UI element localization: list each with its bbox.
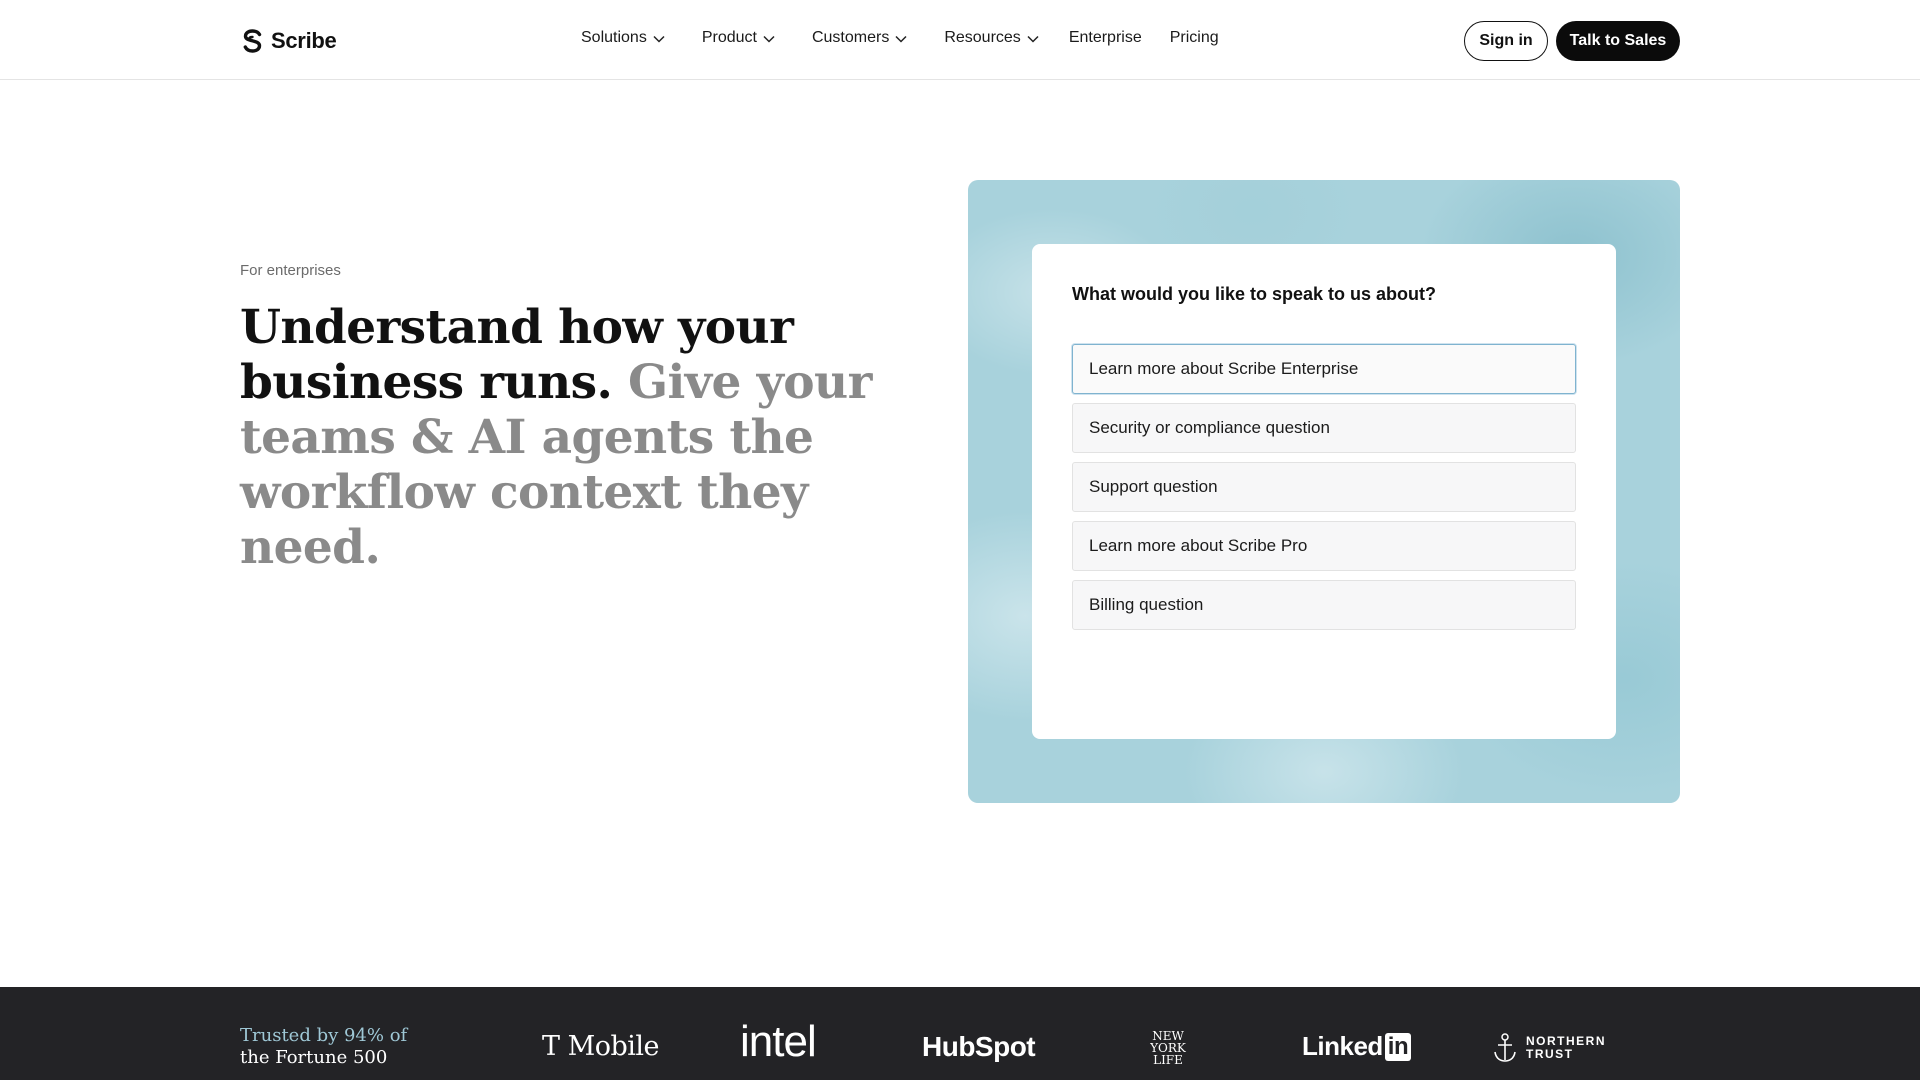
option-scribe-enterprise[interactable]: Learn more about Scribe Enterprise <box>1072 344 1576 394</box>
linkedin-badge: in <box>1384 1032 1412 1061</box>
tmobile-logo: T Mobile <box>542 1031 660 1062</box>
trusted-by-strip: Trusted by 94% of the Fortune 500 T Mobi… <box>0 987 1920 1080</box>
nav-label: Product <box>701 29 757 46</box>
trusted-line-1: Trusted by 94% of <box>240 1025 408 1046</box>
northern-trust-logo: NORTHERN TRUST <box>1492 1032 1606 1064</box>
nav-label: Customers <box>811 29 890 46</box>
new-york-life-logo: NEW YORK LIFE <box>1146 1030 1190 1066</box>
nyl-line: LIFE <box>1153 1053 1183 1067</box>
anchor-icon <box>1494 1033 1516 1062</box>
linkedin-logo: Linked in <box>1302 1031 1412 1062</box>
nav-label: Pricing <box>1169 29 1219 46</box>
nav-solutions[interactable]: Solutions <box>581 0 665 78</box>
linkedin-text: Linked <box>1302 1031 1383 1061</box>
nav-label: Resources <box>944 29 1021 46</box>
trusted-line-2: the Fortune 500 <box>240 1047 388 1068</box>
option-scribe-pro[interactable]: Learn more about Scribe Pro <box>1072 521 1576 571</box>
talk-to-sales-button[interactable]: Talk to Sales <box>1556 21 1680 61</box>
chevron-down-icon <box>763 35 775 43</box>
nav-label: Solutions <box>581 29 647 46</box>
contact-form-panel: What would you like to speak to us about… <box>968 180 1680 803</box>
nav-enterprise[interactable]: Enterprise <box>1069 0 1142 78</box>
nav-pricing[interactable]: Pricing <box>1170 0 1219 78</box>
option-support[interactable]: Support question <box>1072 462 1576 512</box>
hero-eyebrow: For enterprises <box>240 262 341 279</box>
site-header: Scribe Solutions Product Customers Resou… <box>0 0 1920 80</box>
nt-line-2: TRUST <box>1526 1047 1574 1061</box>
contact-form-card: What would you like to speak to us about… <box>1032 244 1616 739</box>
option-billing[interactable]: Billing question <box>1072 580 1576 630</box>
intel-logo: intel <box>740 1017 817 1066</box>
main-nav: Solutions Product Customers Resources En… <box>581 0 1219 80</box>
trusted-caption: Trusted by 94% of the Fortune 500 <box>240 1025 407 1069</box>
scribe-logo[interactable]: Scribe <box>240 27 337 55</box>
nav-product[interactable]: Product <box>702 0 775 78</box>
form-question: What would you like to speak to us about… <box>1072 284 1437 304</box>
brand-name: Scribe <box>271 28 337 53</box>
nav-customers[interactable]: Customers <box>812 0 907 78</box>
option-security-compliance[interactable]: Security or compliance question <box>1072 403 1576 453</box>
sign-in-button[interactable]: Sign in <box>1464 21 1548 61</box>
chevron-down-icon <box>1027 35 1039 43</box>
nav-label: Enterprise <box>1068 29 1142 46</box>
chevron-down-icon <box>895 35 907 43</box>
nav-resources[interactable]: Resources <box>944 0 1039 78</box>
hero-headline: Understand how your business runs. Give … <box>240 300 940 575</box>
chevron-down-icon <box>653 35 665 43</box>
hubspot-logo: HubSpot <box>922 1031 1036 1062</box>
scribe-s-logo-icon <box>243 29 262 53</box>
